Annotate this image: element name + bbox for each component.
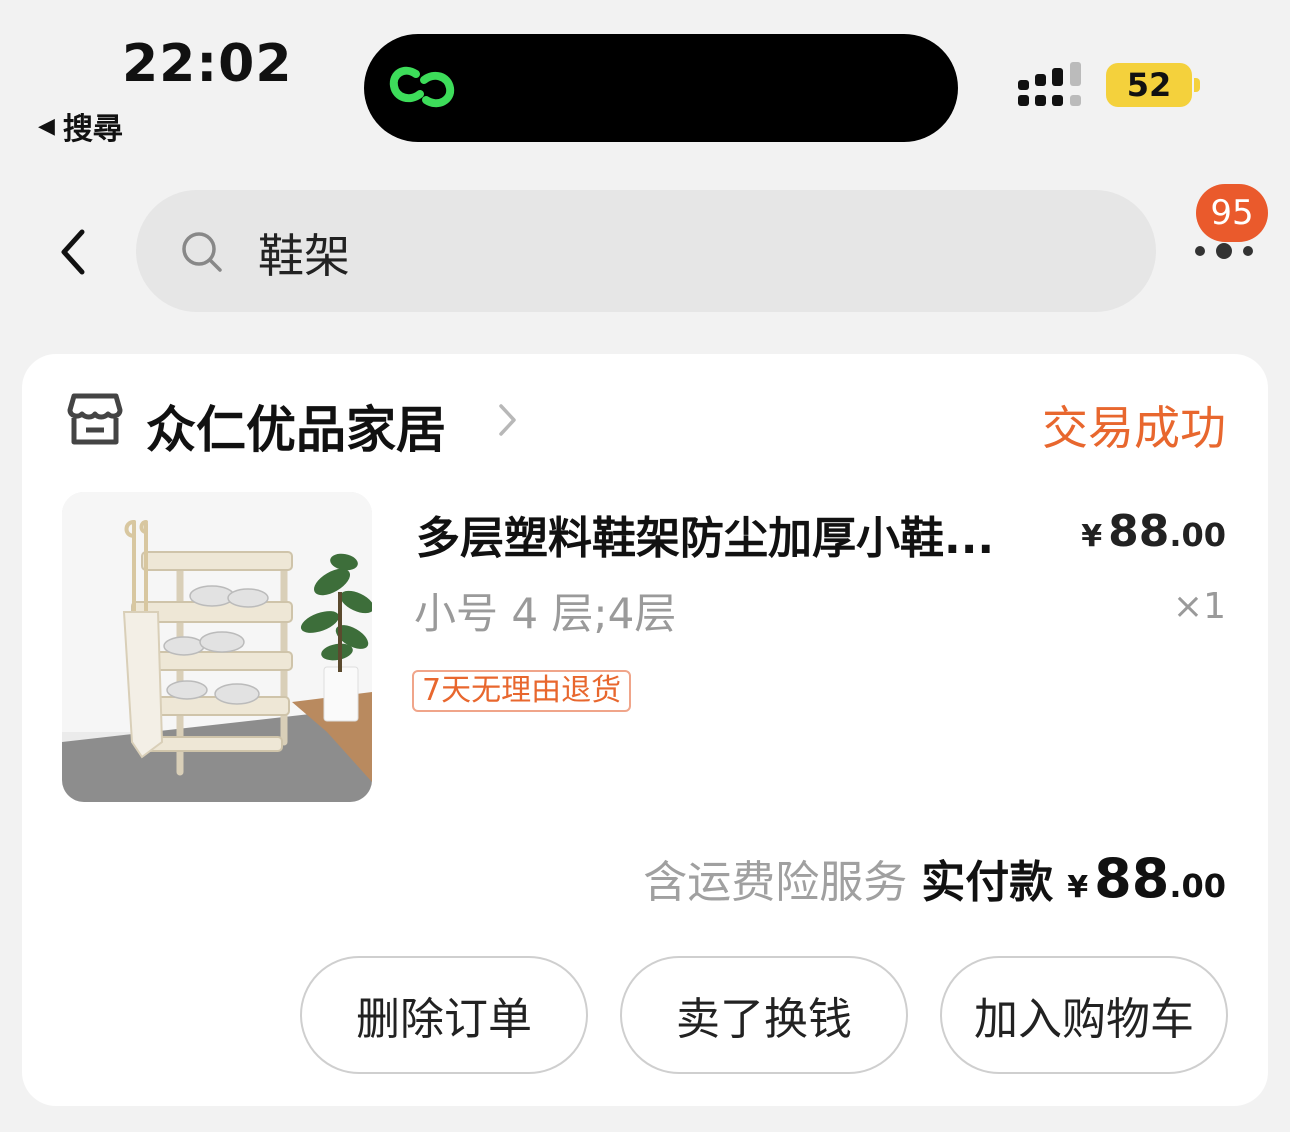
product-quantity: ×1 bbox=[1172, 586, 1226, 627]
unit-price-int: 88 bbox=[1108, 506, 1170, 557]
total-int: 88 bbox=[1094, 847, 1170, 910]
add-to-cart-button[interactable]: 加入购物车 bbox=[940, 956, 1228, 1074]
link-app-icon bbox=[389, 66, 455, 108]
product-title[interactable]: 多层塑料鞋架防尘加厚小鞋... bbox=[416, 502, 1056, 566]
search-icon bbox=[182, 232, 222, 272]
signal-icon bbox=[1018, 62, 1081, 106]
back-chevron-icon[interactable] bbox=[52, 226, 96, 278]
search-query[interactable]: 鞋架 bbox=[258, 220, 350, 286]
unit-price-symbol: ¥ bbox=[1081, 519, 1103, 554]
order-total-row: 含运费险服务 实付款 ¥88.00 bbox=[643, 846, 1226, 910]
back-app-label: 搜尋 bbox=[62, 112, 123, 147]
product-image[interactable] bbox=[62, 492, 372, 802]
paid-label: 实付款 bbox=[921, 857, 1054, 908]
resell-button[interactable]: 卖了换钱 bbox=[620, 956, 908, 1074]
shop-icon bbox=[67, 393, 123, 445]
delete-order-button[interactable]: 删除订单 bbox=[300, 956, 588, 1074]
unit-price-dec: .00 bbox=[1169, 516, 1226, 554]
order-status: 交易成功 bbox=[1042, 401, 1226, 455]
total-symbol: ¥ bbox=[1067, 870, 1089, 905]
unit-price: ¥88.00 bbox=[1081, 506, 1226, 557]
back-to-app-link[interactable]: ◀ 搜尋 bbox=[38, 104, 123, 148]
status-time: 22:02 bbox=[122, 34, 293, 94]
chevron-right-icon[interactable] bbox=[496, 398, 520, 442]
insurance-label: 含运费险服务 bbox=[643, 857, 908, 908]
product-sku: 小号 4 层;4层 bbox=[414, 589, 677, 638]
shop-name[interactable]: 众仁优品家居 bbox=[146, 390, 446, 462]
total-dec: .00 bbox=[1169, 867, 1226, 905]
notification-badge: 95 bbox=[1196, 184, 1268, 242]
battery-nub bbox=[1194, 78, 1200, 92]
return-policy-tag: 7天无理由退货 bbox=[412, 670, 632, 712]
battery-indicator: 52 bbox=[1106, 63, 1192, 107]
back-triangle-icon: ◀ bbox=[38, 113, 55, 139]
more-icon[interactable] bbox=[1192, 240, 1256, 262]
total-amount: ¥88.00 bbox=[1067, 847, 1226, 910]
